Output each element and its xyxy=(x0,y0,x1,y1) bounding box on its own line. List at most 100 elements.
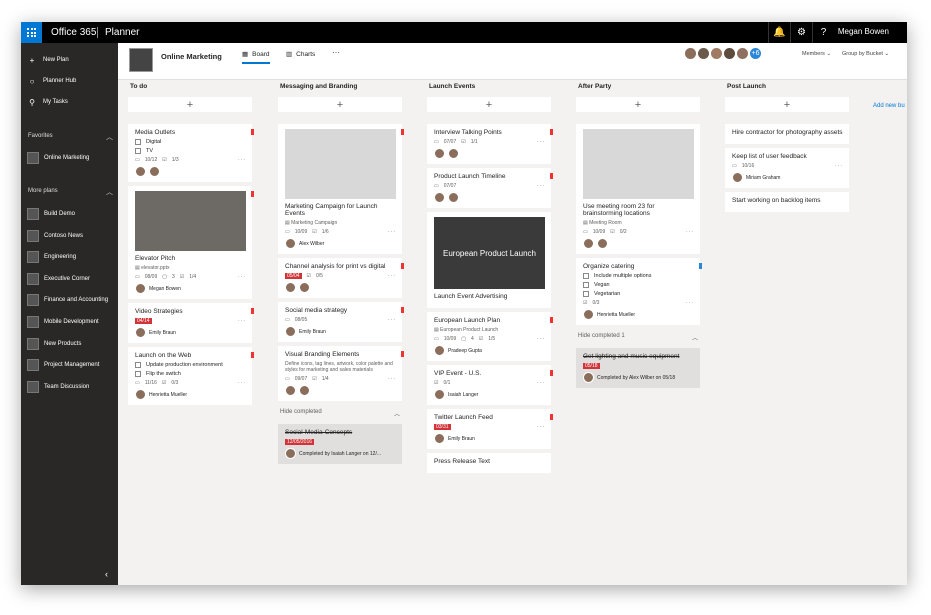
add-task-button[interactable]: + xyxy=(128,97,252,112)
sidebar-item-plan[interactable]: Contoso News xyxy=(21,229,118,243)
card-more-icon[interactable]: ··· xyxy=(238,274,246,280)
checkbox[interactable] xyxy=(135,148,141,154)
attachment-link[interactable]: ▤ Marketing Campaign xyxy=(285,220,396,226)
checkbox[interactable] xyxy=(135,371,141,377)
sidebar-item-plan[interactable]: Build Demo xyxy=(21,207,118,221)
card-more-icon[interactable]: ··· xyxy=(238,157,246,163)
checklist-item[interactable]: Include multiple options xyxy=(583,273,694,279)
app-launcher-icon[interactable] xyxy=(21,22,42,43)
assignees[interactable] xyxy=(135,166,246,177)
avatar[interactable] xyxy=(723,47,736,60)
task-card[interactable]: Twitter Launch Feed 03/31 ··· Emily Braun xyxy=(427,409,553,449)
bucket-title[interactable]: After Party xyxy=(578,83,700,93)
attachment-link[interactable]: ▤ elevator.pptx xyxy=(135,265,246,271)
task-card[interactable]: Interview Talking Points ▭ 07/07 ☑ 1/1 ··· xyxy=(427,124,553,164)
card-more-icon[interactable]: ··· xyxy=(686,300,694,306)
task-card[interactable]: Hire contractor for photography assets xyxy=(725,124,849,144)
task-card[interactable]: Media Outlets Digital TV ▭ 10/12 ☑ 1/3 ··· xyxy=(128,124,254,182)
sidebar-item-plan[interactable]: Executive Corner xyxy=(21,272,118,286)
attachment-link[interactable]: ▤ Meeting Room xyxy=(583,220,694,226)
bucket-title[interactable]: To do xyxy=(130,83,252,93)
add-task-button[interactable]: + xyxy=(427,97,551,112)
bell-icon[interactable]: 🔔 xyxy=(768,22,790,43)
attachment-link[interactable]: ▤ European Product Launch xyxy=(434,327,545,333)
bucket-title[interactable]: Launch Events xyxy=(429,83,551,93)
card-more-icon[interactable]: ··· xyxy=(537,139,545,145)
more-plans-header[interactable]: More plans ︿ xyxy=(28,188,113,196)
assignees[interactable] xyxy=(285,282,396,293)
checklist-item[interactable]: Vegetarian xyxy=(583,291,694,297)
assignee[interactable]: Megan Bowen xyxy=(135,283,246,294)
checkbox[interactable] xyxy=(583,291,589,297)
checkbox[interactable] xyxy=(583,273,589,279)
member-avatars[interactable]: +6 xyxy=(684,47,762,60)
card-more-icon[interactable]: ··· xyxy=(388,229,396,235)
card-more-icon[interactable]: ··· xyxy=(537,380,545,386)
assignees[interactable] xyxy=(583,238,694,249)
card-more-icon[interactable]: ··· xyxy=(537,183,545,189)
task-card[interactable]: Marketing Campaign for Launch Events ▤ Ma… xyxy=(278,124,404,254)
assignee[interactable]: Miriam Graham xyxy=(732,172,843,183)
members-dropdown[interactable]: Members ⌄ xyxy=(802,51,831,57)
task-card[interactable]: Keep list of user feedback ▭ 10/16 ··· Miria… xyxy=(725,148,849,188)
avatar[interactable] xyxy=(736,47,749,60)
task-card[interactable]: Product Launch Timeline ▭ 07/07 ··· xyxy=(427,168,553,208)
avatar[interactable] xyxy=(710,47,723,60)
sidebar-item-planner-hub[interactable]: ○ Planner Hub xyxy=(21,74,118,88)
avatar[interactable] xyxy=(697,47,710,60)
checklist-item[interactable]: Digital xyxy=(135,139,246,145)
bucket-title[interactable]: Post Launch xyxy=(727,83,849,93)
card-more-icon[interactable]: ··· xyxy=(537,424,545,430)
card-more-icon[interactable]: ··· xyxy=(238,380,246,386)
assignees[interactable] xyxy=(434,148,545,159)
task-card[interactable]: Visual Branding Elements Define icons, ta… xyxy=(278,346,404,401)
assignee[interactable]: Alex Wilber xyxy=(285,238,396,249)
task-card[interactable]: Use meeting room 23 for brainstorming lo… xyxy=(576,124,700,254)
group-by-dropdown[interactable]: Group by Bucket ⌄ xyxy=(842,51,889,57)
task-card[interactable]: European Product Launch Launch Event Adve… xyxy=(427,212,551,308)
task-card[interactable]: Start working on backlog items xyxy=(725,192,849,212)
card-more-icon[interactable]: ··· xyxy=(686,229,694,235)
assignee[interactable]: Emily Braun xyxy=(285,326,396,337)
assignee[interactable]: Emily Braun xyxy=(434,433,545,444)
add-new-bucket-link[interactable]: Add new bu xyxy=(873,103,905,109)
assignee[interactable]: Henrietta Mueller xyxy=(135,389,246,400)
tab-charts[interactable]: ▥ Charts xyxy=(286,50,315,62)
assignee[interactable]: Pradeep Gupta xyxy=(434,345,545,356)
assignee[interactable]: Isaiah Langer xyxy=(434,389,545,400)
completed-task-card[interactable]: Get lighting and music equipment 05/18 Com… xyxy=(576,348,700,388)
hide-completed-toggle[interactable]: Hide completed ︿ xyxy=(280,409,400,418)
brand-name[interactable]: Office 365 xyxy=(51,27,96,38)
card-more-icon[interactable]: ··· xyxy=(537,336,545,342)
more-options-icon[interactable]: ··· xyxy=(332,48,340,57)
sidebar-item-online-marketing[interactable]: Online Marketing xyxy=(21,151,118,165)
task-card[interactable]: Press Release Text xyxy=(427,453,551,473)
avatar[interactable] xyxy=(684,47,697,60)
card-more-icon[interactable]: ··· xyxy=(388,273,396,279)
sidebar-item-plan[interactable]: Mobile Development xyxy=(21,315,118,329)
task-card[interactable]: Launch on the Web Update production envir… xyxy=(128,347,254,405)
checklist-item[interactable]: Flip the switch xyxy=(135,371,246,377)
checklist-item[interactable]: Update production environment xyxy=(135,362,246,368)
sidebar-item-plan[interactable]: New Products xyxy=(21,337,118,351)
task-card[interactable]: European Launch Plan ▤ European Product L… xyxy=(427,312,553,361)
add-task-button[interactable]: + xyxy=(278,97,402,112)
assignee[interactable]: Emily Braun xyxy=(135,327,246,338)
add-member-button[interactable]: +6 xyxy=(749,47,762,60)
card-more-icon[interactable]: ··· xyxy=(388,376,396,382)
checklist-item[interactable]: Vegan xyxy=(583,282,694,288)
task-card[interactable]: VIP Event - U.S. ☑ 0/1 ··· Isaiah Langer xyxy=(427,365,553,405)
card-more-icon[interactable]: ··· xyxy=(388,317,396,323)
bucket-title[interactable]: Messaging and Branding xyxy=(280,83,402,93)
sidebar-item-new-plan[interactable]: + New Plan xyxy=(21,53,118,67)
app-name[interactable]: Planner xyxy=(105,27,139,38)
tab-board[interactable]: ▦ Board xyxy=(242,50,270,64)
sidebar-item-plan[interactable]: Project Management xyxy=(21,358,118,372)
checkbox[interactable] xyxy=(135,139,141,145)
help-icon[interactable]: ? xyxy=(812,22,834,43)
add-task-button[interactable]: + xyxy=(725,97,849,112)
sidebar-item-plan[interactable]: Team Discussion xyxy=(21,380,118,394)
task-card[interactable]: Channel analysis for print vs digital 05/… xyxy=(278,258,404,298)
hide-completed-toggle[interactable]: Hide completed 1 ︿ xyxy=(578,333,698,342)
checklist-item[interactable]: TV xyxy=(135,148,246,154)
